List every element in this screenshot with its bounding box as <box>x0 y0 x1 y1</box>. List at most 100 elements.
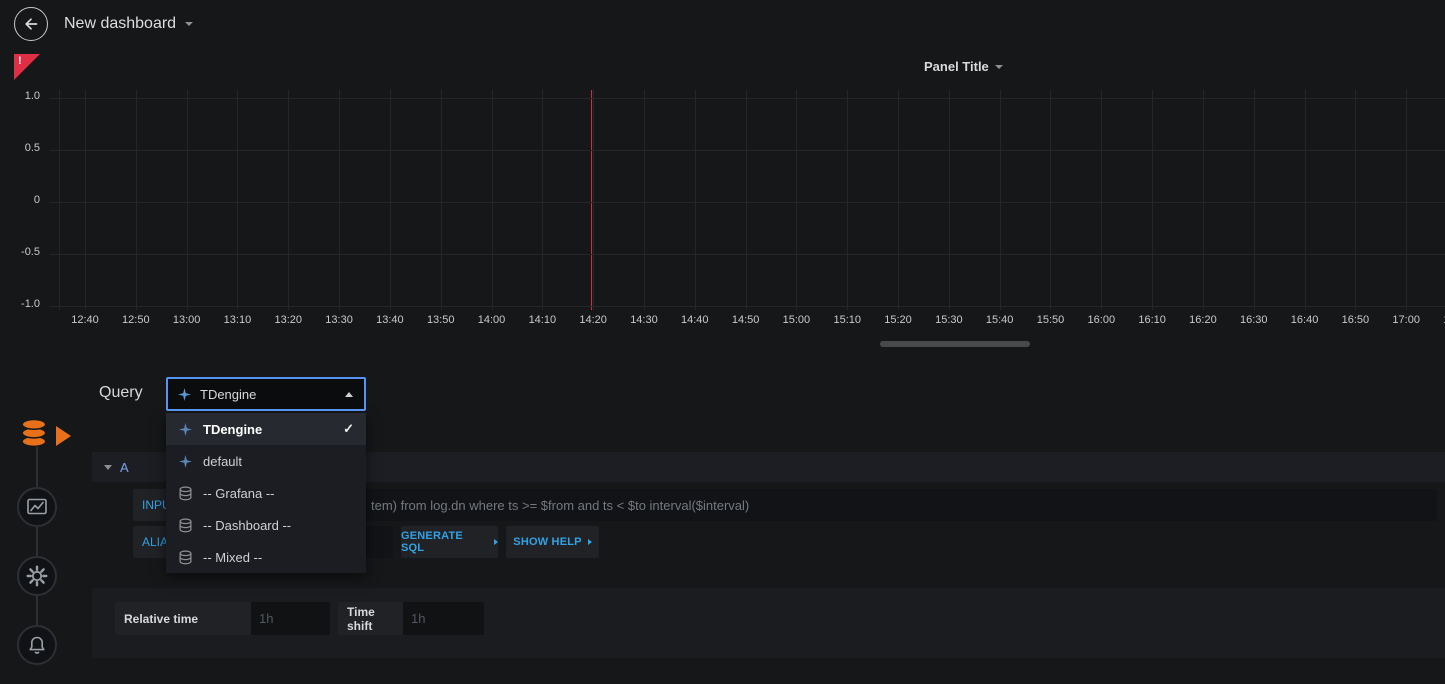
tab-alert[interactable] <box>17 625 57 665</box>
panel-error-corner[interactable]: ! <box>14 54 40 80</box>
tab-visualization[interactable] <box>17 487 57 527</box>
gridline-vertical <box>898 90 899 310</box>
x-axis-tick-label: 16:50 <box>1330 314 1380 326</box>
gridline-vertical <box>695 90 696 310</box>
x-axis-tick-label: 13:40 <box>365 314 415 326</box>
datasource-option-label: TDengine <box>203 422 262 437</box>
relative-time-input[interactable] <box>251 602 330 635</box>
x-axis-tick-label: 16:30 <box>1229 314 1279 326</box>
x-axis-tick-label: 15:10 <box>822 314 872 326</box>
gridline-vertical <box>187 90 188 310</box>
datasource-selected-value: TDengine <box>200 387 336 402</box>
datasource-option-label: -- Mixed -- <box>203 550 262 565</box>
check-icon: ✓ <box>343 421 354 437</box>
panel-title-menu[interactable]: Panel Title <box>924 59 1003 74</box>
x-axis-tick-label: 15:00 <box>771 314 821 326</box>
gridline-vertical <box>847 90 848 310</box>
gridline-vertical <box>492 90 493 310</box>
x-axis-tick-label: 12:50 <box>111 314 161 326</box>
x-axis-tick-label: 15:50 <box>1025 314 1075 326</box>
x-axis-tick-label: 13:00 <box>162 314 212 326</box>
tab-queries[interactable] <box>10 413 72 461</box>
gridline-horizontal <box>50 202 1445 203</box>
x-axis-tick-label: 16:40 <box>1280 314 1330 326</box>
gear-icon <box>26 565 48 587</box>
gridline-vertical <box>746 90 747 310</box>
x-axis-tick-label: 13:10 <box>212 314 262 326</box>
chevron-up-icon <box>345 392 353 397</box>
gridline-vertical <box>1355 90 1356 310</box>
sql-input[interactable]: tem) from log.dn where ts >= $from and t… <box>235 489 1437 521</box>
gridline-vertical <box>1203 90 1204 310</box>
gridline-vertical <box>796 90 797 310</box>
editor-tabs-connector-line <box>36 437 38 645</box>
horizontal-scrollbar[interactable] <box>880 341 1030 347</box>
grafana-dashboard-editor: New dashboard ! Panel Title 12:4012:5013… <box>0 0 1445 684</box>
arrow-left-icon <box>23 16 39 32</box>
tab-general-settings[interactable] <box>17 556 57 596</box>
x-axis-tick-label: 12:40 <box>60 314 110 326</box>
generate-sql-button[interactable]: GENERATE SQL <box>401 526 498 558</box>
time-shift-input[interactable] <box>403 602 484 635</box>
x-axis-tick-label: 14:40 <box>670 314 720 326</box>
gridline-horizontal <box>50 98 1445 99</box>
chevron-down-icon <box>185 22 193 26</box>
chevron-right-icon <box>494 539 498 545</box>
x-axis-tick-label: 15:40 <box>975 314 1025 326</box>
database-icon <box>179 550 194 565</box>
datasource-select[interactable]: TDengine <box>166 377 366 411</box>
gridline-vertical <box>949 90 950 310</box>
collapse-chevron-icon <box>104 465 112 470</box>
x-axis-tick-label: 13:30 <box>314 314 364 326</box>
gridline-vertical <box>1050 90 1051 310</box>
gridline-vertical <box>59 90 60 310</box>
dashboard-title-menu[interactable]: New dashboard <box>64 15 193 33</box>
gridline-vertical <box>1406 90 1407 310</box>
datasource-option[interactable]: -- Grafana -- <box>166 477 366 509</box>
relative-time-label: Relative time <box>115 602 251 635</box>
gridline-vertical <box>1101 90 1102 310</box>
gridline-vertical <box>1305 90 1306 310</box>
error-exclamation-icon: ! <box>18 55 22 67</box>
database-icon <box>20 418 50 455</box>
x-axis-tick-label: 16:20 <box>1178 314 1228 326</box>
x-axis-tick-label: 16:00 <box>1076 314 1126 326</box>
datasource-sparkle-icon <box>179 455 194 468</box>
show-help-button[interactable]: SHOW HELP <box>506 526 599 558</box>
gridline-vertical <box>237 90 238 310</box>
datasource-dropdown-menu: TDengine ✓ default -- Grafana -- -- Dashboar… <box>166 413 366 573</box>
datasource-option-label: -- Grafana -- <box>203 486 275 501</box>
x-axis-tick-label: 13:50 <box>416 314 466 326</box>
gridline-vertical <box>441 90 442 310</box>
x-axis-tick-label: 14:10 <box>517 314 567 326</box>
datasource-option[interactable]: TDengine ✓ <box>166 413 366 445</box>
chart-icon <box>27 498 47 516</box>
datasource-sparkle-icon <box>179 423 194 436</box>
top-nav: New dashboard <box>0 0 1445 48</box>
x-axis-tick-label: 14:50 <box>721 314 771 326</box>
query-ref-id: A <box>120 460 129 475</box>
graph-panel: ! Panel Title 12:4012:5013:0013:1013:201… <box>0 50 1445 350</box>
gridline-vertical <box>390 90 391 310</box>
datasource-option[interactable]: -- Mixed -- <box>166 541 366 573</box>
chart-plot-area: 12:4012:5013:0013:1013:2013:3013:4013:50… <box>0 90 1445 350</box>
x-axis-tick-label: 14:30 <box>619 314 669 326</box>
back-button[interactable] <box>14 7 48 41</box>
x-axis-tick-label: 15:30 <box>924 314 974 326</box>
y-axis-tick-label: 0.5 <box>0 142 40 154</box>
chevron-down-icon <box>995 65 1003 69</box>
x-axis-tick-label: 17:10 <box>1432 314 1445 326</box>
datasource-option-label: default <box>203 454 242 469</box>
gridline-vertical <box>85 90 86 310</box>
gridline-vertical <box>644 90 645 310</box>
x-axis-tick-label: 13:20 <box>263 314 313 326</box>
gridline-vertical <box>288 90 289 310</box>
datasource-option[interactable]: -- Dashboard -- <box>166 509 366 541</box>
gridline-vertical <box>339 90 340 310</box>
query-section-label: Query <box>99 384 143 402</box>
chevron-right-icon <box>588 539 592 545</box>
datasource-option[interactable]: default <box>166 445 366 477</box>
panel-title: Panel Title <box>924 59 989 74</box>
gridline-horizontal <box>50 150 1445 151</box>
gridline-vertical <box>136 90 137 310</box>
